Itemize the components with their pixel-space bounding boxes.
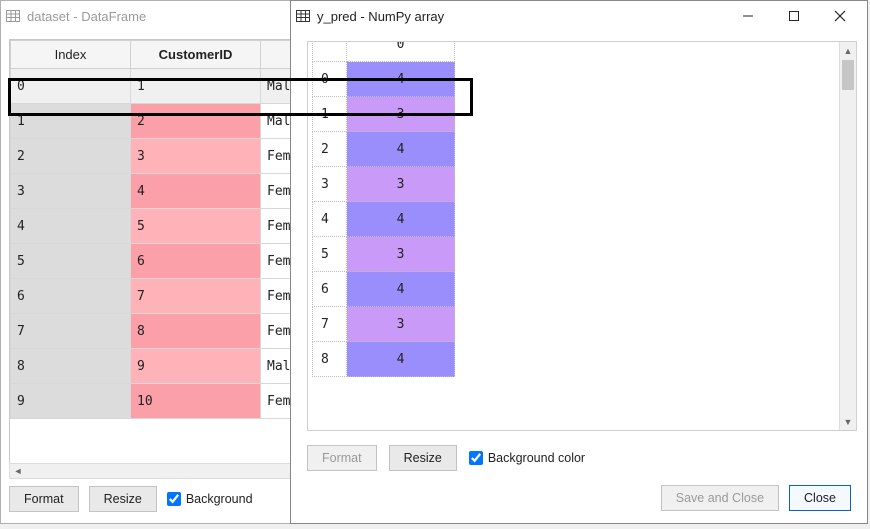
cell-value[interactable]: 4	[347, 272, 455, 307]
cell-index[interactable]: 8	[313, 342, 347, 377]
resize-button[interactable]: Resize	[389, 445, 457, 471]
table-row[interactable]: 78Fema	[11, 314, 320, 349]
background-color-checkbox-label: Background color	[488, 451, 585, 465]
cell-value[interactable]: 3	[347, 97, 455, 132]
cell-index[interactable]: 5	[11, 244, 131, 279]
cell-customerid[interactable]: 4	[131, 174, 261, 209]
dataframe-grid[interactable]: IndexCustomerIDGender 01Male12Male23Fema…	[9, 39, 319, 475]
array-grid[interactable]: 0041324334453647384 ▲ ▼	[307, 41, 857, 431]
cell-index[interactable]: 8	[11, 349, 131, 384]
background-checkbox[interactable]: Background	[167, 492, 253, 506]
toolbar: Format Resize Background color	[307, 443, 851, 473]
table-icon	[295, 8, 311, 24]
cell-value[interactable]: 3	[347, 237, 455, 272]
cell-index[interactable]: 0	[11, 69, 131, 104]
cell-index[interactable]: 3	[11, 174, 131, 209]
titlebar[interactable]: dataset - DataFrame	[1, 1, 319, 31]
table-row[interactable]: 33	[313, 167, 455, 202]
maximize-button[interactable]	[771, 2, 817, 30]
cell-value[interactable]: 4	[347, 342, 455, 377]
cell-index[interactable]: 5	[313, 237, 347, 272]
table-row[interactable]: 13	[313, 97, 455, 132]
cell-index[interactable]: 0	[313, 62, 347, 97]
cell-index[interactable]: 2	[11, 139, 131, 174]
cell-index[interactable]: 1	[11, 104, 131, 139]
table-row[interactable]: 64	[313, 272, 455, 307]
background-color-checkbox[interactable]: Background color	[469, 451, 585, 465]
table-row[interactable]: 67Fema	[11, 279, 320, 314]
background-color-checkbox-input[interactable]	[469, 451, 483, 465]
cell-index[interactable]: 2	[313, 132, 347, 167]
titlebar[interactable]: y_pred - NumPy array	[291, 1, 867, 31]
scroll-up-icon[interactable]: ▲	[840, 42, 856, 59]
cell-customerid[interactable]: 3	[131, 139, 261, 174]
table-row[interactable]: 34Fema	[11, 174, 320, 209]
resize-button[interactable]: Resize	[89, 486, 157, 512]
table-row[interactable]: 53	[313, 237, 455, 272]
scroll-down-icon[interactable]: ▼	[840, 413, 856, 430]
background-checkbox-input[interactable]	[167, 492, 181, 506]
cell-customerid[interactable]: 8	[131, 314, 261, 349]
dataset-window: dataset - DataFrame IndexCustomerIDGende…	[0, 0, 320, 524]
format-button[interactable]: Format	[9, 486, 79, 512]
table-row[interactable]: 910Fema	[11, 384, 320, 419]
cell-customerid[interactable]: 2	[131, 104, 261, 139]
action-bar: Save and Close Close	[307, 483, 851, 513]
ypred-window: y_pred - NumPy array 0041324334453647384…	[290, 0, 868, 524]
cell-value[interactable]: 4	[347, 132, 455, 167]
cell-index[interactable]: 7	[11, 314, 131, 349]
cell-value[interactable]: 3	[347, 307, 455, 342]
bottom-toolbar: Format Resize Background	[9, 483, 311, 515]
column-header-customerid[interactable]: CustomerID	[131, 41, 261, 69]
cell-value[interactable]: 0	[347, 41, 455, 62]
minimize-button[interactable]	[725, 2, 771, 30]
table-row[interactable]: 89Male	[11, 349, 320, 384]
cell-customerid[interactable]: 6	[131, 244, 261, 279]
table-row[interactable]: 44	[313, 202, 455, 237]
scroll-thumb[interactable]	[842, 60, 854, 90]
cell-value[interactable]: 3	[347, 167, 455, 202]
cell-customerid[interactable]: 5	[131, 209, 261, 244]
table-row[interactable]: 56Fema	[11, 244, 320, 279]
table-row[interactable]: 45Fema	[11, 209, 320, 244]
vertical-scrollbar[interactable]: ▲ ▼	[839, 42, 856, 430]
table-row[interactable]: 01Male	[11, 69, 320, 104]
column-header-index[interactable]: Index	[11, 41, 131, 69]
close-button[interactable]: Close	[789, 485, 851, 511]
cell-value[interactable]: 4	[347, 202, 455, 237]
cell-index[interactable]: 4	[11, 209, 131, 244]
horizontal-scrollbar[interactable]: ◄ ►	[9, 463, 311, 479]
cell-index[interactable]: 7	[313, 307, 347, 342]
table-row[interactable]: 24	[313, 132, 455, 167]
save-and-close-button[interactable]: Save and Close	[661, 485, 779, 511]
format-button[interactable]: Format	[307, 445, 377, 471]
table-row[interactable]: 84	[313, 342, 455, 377]
cell-customerid[interactable]: 7	[131, 279, 261, 314]
cell-customerid[interactable]: 9	[131, 349, 261, 384]
table-row[interactable]: 73	[313, 307, 455, 342]
cell-index[interactable]: 1	[313, 97, 347, 132]
table-row[interactable]: 04	[313, 62, 455, 97]
table-row[interactable]: 12Male	[11, 104, 320, 139]
cell-index[interactable]: 3	[313, 167, 347, 202]
background-checkbox-label: Background	[186, 492, 253, 506]
close-window-button[interactable]	[817, 2, 863, 30]
cell-customerid[interactable]: 10	[131, 384, 261, 419]
cell-index[interactable]: 6	[313, 272, 347, 307]
cell-customerid[interactable]: 1	[131, 69, 261, 104]
table-row[interactable]: 23Fema	[11, 139, 320, 174]
window-title: y_pred - NumPy array	[317, 9, 444, 24]
cell-index[interactable]: 6	[11, 279, 131, 314]
window-title: dataset - DataFrame	[27, 9, 146, 24]
cell-value[interactable]: 4	[347, 62, 455, 97]
scroll-left-icon[interactable]: ◄	[10, 466, 26, 476]
cell-index[interactable]: 4	[313, 202, 347, 237]
table-icon	[5, 8, 21, 24]
cell-index[interactable]: 9	[11, 384, 131, 419]
